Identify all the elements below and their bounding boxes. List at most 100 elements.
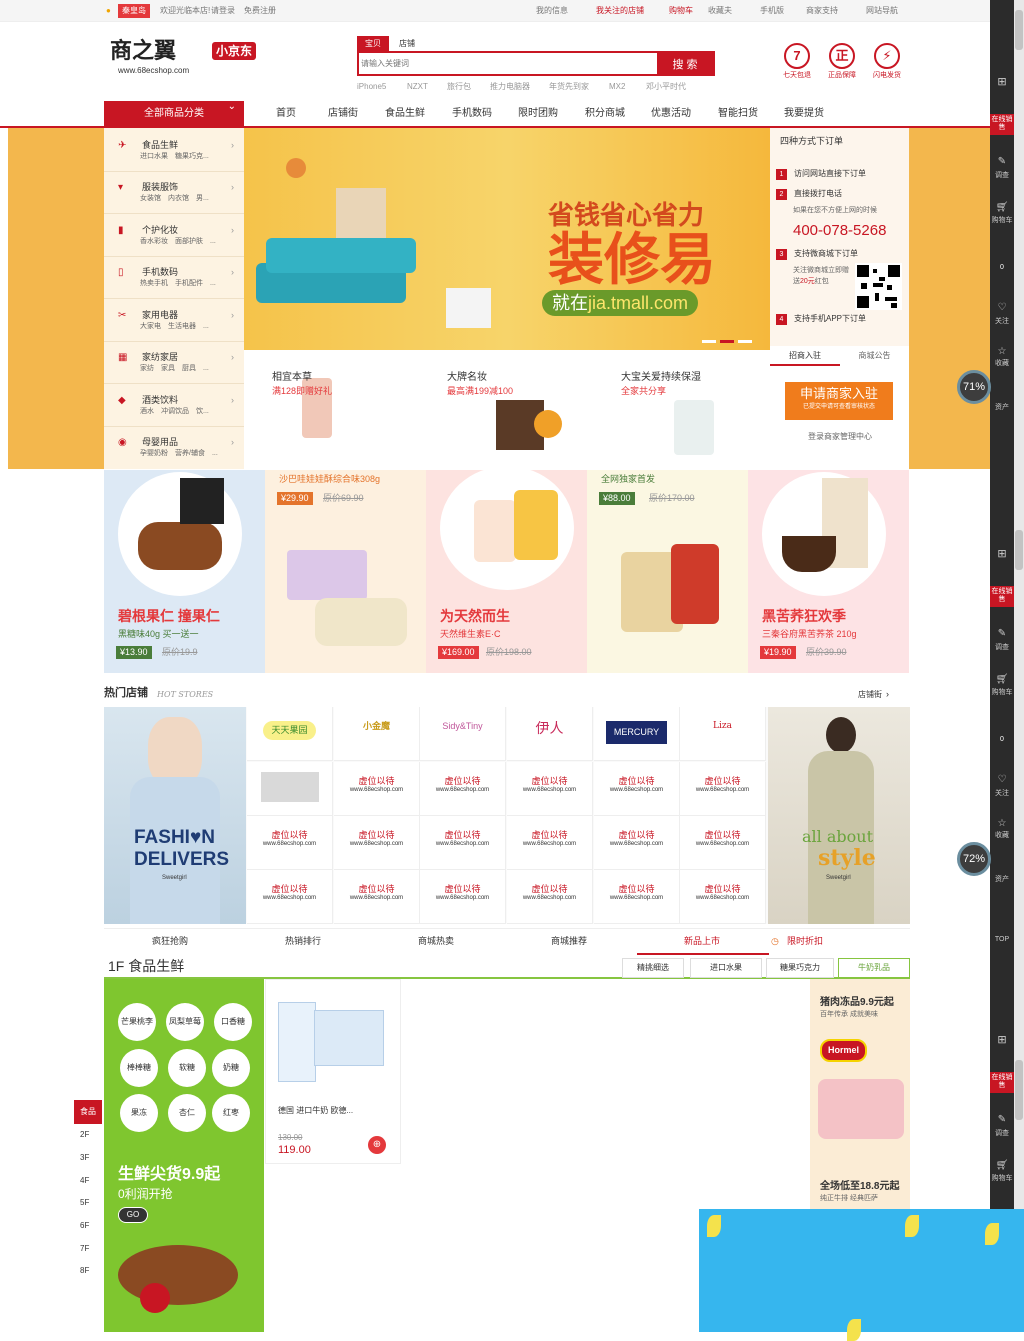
slider-dot-active[interactable] <box>720 340 734 343</box>
favorite-button[interactable]: 收藏 <box>990 832 1014 840</box>
hot-word[interactable]: 邓小平时代 <box>646 82 686 92</box>
my-info-link[interactable]: 我的信息 <box>536 6 568 16</box>
hot-word[interactable]: 推力电脑器 <box>490 82 530 92</box>
hot-word[interactable]: iPhone5 <box>357 82 386 92</box>
store-placeholder[interactable]: 虚位以待 www.68ecshop.com <box>594 816 680 870</box>
floor-tab[interactable]: 糖果巧克力 <box>766 958 834 978</box>
floor-tab[interactable]: 进口水果 <box>690 958 762 978</box>
store-placeholder[interactable]: 虚位以待 www.68ecshop.com <box>420 762 506 816</box>
category-item[interactable]: ▯ 手机数码 热卖手机 手机配件 ... › <box>104 257 244 299</box>
category-item[interactable]: ▮ 个护化妆 香水彩妆 面部护肤 ... › <box>104 215 244 257</box>
apply-merchant-button[interactable]: 申请商家入驻 已提交申请可查看审核状态 <box>785 382 893 420</box>
scrollbar-thumb[interactable] <box>1015 530 1023 570</box>
category-item[interactable]: ◉ 母婴用品 孕婴奶粉 营养/辅食 ... › <box>104 427 244 469</box>
merchant-login-link[interactable]: 登录商家管理中心 <box>808 432 872 442</box>
category-bubble[interactable]: 杏仁 <box>168 1094 206 1132</box>
store-placeholder[interactable]: 虚位以待 www.68ecshop.com <box>507 816 593 870</box>
floor-product-card[interactable]: 德国 进口牛奶 欧德... 130.00 119.00 ⊕ <box>265 979 401 1164</box>
store-placeholder[interactable]: 虚位以待 www.68ecshop.com <box>334 762 420 816</box>
tab-hot-rank[interactable]: 热销排行 <box>285 936 321 947</box>
floor-green-banner[interactable]: 芒果桃李 凤梨草莓 口香糖 棒棒糖 软糖 奶糖 果冻 杏仁 红枣 生鲜尖货9.9… <box>104 979 264 1332</box>
assets-button[interactable]: 资产 <box>990 876 1014 884</box>
tab-new-arrivals[interactable]: 新品上市 <box>684 936 720 947</box>
product-card[interactable]: 全网独家首发 ¥88.00 原价170.00 <box>587 470 748 673</box>
hot-word[interactable]: MX2 <box>609 82 625 92</box>
floor-right-ad[interactable]: 猪肉冻品9.9元起 百年传承 成就美味 Hormel 全场低至18.8元起 纯正… <box>810 979 910 1209</box>
category-item[interactable]: ▾ 服装服饰 女装馆 内衣馆 男... › <box>104 172 244 214</box>
tab-mall-hot[interactable]: 商城热卖 <box>418 936 454 947</box>
floor-nav-item[interactable]: 6F <box>80 1221 89 1231</box>
slider-dot[interactable] <box>702 340 716 343</box>
register-link[interactable]: 免费注册 <box>244 6 276 16</box>
category-bubble[interactable]: 果冻 <box>120 1094 158 1132</box>
category-item[interactable]: ✂ 家用电器 大家电 生活电器 ... › <box>104 300 244 342</box>
store-street-link[interactable]: 店铺街 <box>858 690 882 700</box>
category-bubble[interactable]: 口香糖 <box>214 1003 252 1041</box>
survey-button[interactable]: 调查 <box>990 644 1014 652</box>
go-button[interactable]: GO <box>118 1207 148 1223</box>
category-item[interactable]: ▦ 家纺家居 家纺 家具 厨具 ... › <box>104 342 244 384</box>
grid-icon[interactable]: ⊞ <box>990 1034 1014 1047</box>
cart-link[interactable]: 购物车 <box>669 6 693 16</box>
nav-item[interactable]: 首页 <box>276 108 296 120</box>
grid-icon[interactable]: ⊞ <box>990 548 1014 561</box>
scrollbar-track[interactable] <box>1014 0 1024 1332</box>
store-placeholder[interactable]: 虚位以待 www.68ecshop.com <box>420 816 506 870</box>
assets-button[interactable]: 资产 <box>990 404 1014 412</box>
survey-button[interactable]: 调查 <box>990 172 1014 180</box>
search-button[interactable]: 搜 索 <box>657 53 713 74</box>
cart-icon[interactable]: ⊕ <box>368 1136 386 1154</box>
cart-button[interactable]: 购物车 <box>990 1174 1014 1183</box>
store-logo-cell[interactable]: 伊人 <box>507 707 593 761</box>
city-selector[interactable]: 秦皇岛 <box>118 4 150 18</box>
category-bubble[interactable]: 软糖 <box>168 1049 206 1087</box>
floor-nav-item[interactable]: 3F <box>80 1153 89 1163</box>
store-placeholder[interactable]: 虚位以待 www.68ecshop.com <box>507 762 593 816</box>
product-card[interactable]: 黑苦荞狂欢季 三秦谷府黑苦荞茶 210g ¥19.90 原价39.90 <box>748 470 909 673</box>
follow-button[interactable]: 关注 <box>990 318 1014 326</box>
store-placeholder[interactable]: 虚位以待 www.68ecshop.com <box>680 762 766 816</box>
mobile-link[interactable]: 手机版 <box>760 6 784 16</box>
floor-nav-item[interactable]: 5F <box>80 1198 89 1208</box>
store-placeholder[interactable]: 虚位以待 www.68ecshop.com <box>247 816 333 870</box>
store-placeholder[interactable]: 虚位以待 www.68ecshop.com <box>334 870 420 924</box>
floor-nav-active[interactable]: 食品 <box>74 1100 102 1124</box>
store-placeholder[interactable]: 虚位以待 www.68ecshop.com <box>507 870 593 924</box>
category-bubble[interactable]: 凤梨草莓 <box>166 1003 204 1041</box>
promo-title[interactable]: 大宝关爱持续保湿 <box>621 372 701 384</box>
nav-item[interactable]: 手机数码 <box>452 108 492 120</box>
search-tab-item[interactable]: 宝贝 <box>357 36 389 51</box>
online-sales-button[interactable]: 在线销售 <box>990 114 1014 135</box>
category-bubble[interactable]: 红枣 <box>212 1094 250 1132</box>
tab-mall-recommend[interactable]: 商城推荐 <box>551 936 587 947</box>
tab-flash-sale[interactable]: 疯狂抢购 <box>152 936 188 947</box>
nav-item[interactable]: 积分商城 <box>585 108 625 120</box>
floor-tab[interactable]: 精挑细选 <box>622 958 684 978</box>
tab-limited-discount[interactable]: 限时折扣 <box>787 936 823 947</box>
floor-nav-item[interactable]: 7F <box>80 1244 89 1254</box>
store-logo-cell[interactable]: MERCURY <box>594 707 680 761</box>
floating-popup-ad[interactable] <box>699 1209 1024 1341</box>
store-placeholder[interactable]: 虚位以待 www.68ecshop.com <box>594 762 680 816</box>
hot-word[interactable]: NZXT <box>407 82 428 92</box>
floor-tab-active[interactable]: 牛奶乳品 <box>838 958 910 978</box>
store-logo-cell[interactable]: 小金魔 <box>334 707 420 761</box>
login-link[interactable]: 请登录 <box>211 6 235 16</box>
product-card[interactable]: 碧根果仁 撞果仁 黑糖味40g 买一送一 ¥13.90 原价19.9 <box>104 470 265 673</box>
store-placeholder[interactable]: 虚位以待 www.68ecshop.com <box>680 816 766 870</box>
grid-icon[interactable]: ⊞ <box>990 76 1014 89</box>
promo-title[interactable]: 相宜本草 <box>272 372 312 384</box>
phone-number[interactable]: 400-078-5268 <box>793 222 886 240</box>
followed-stores-link[interactable]: 我关注的店铺 <box>596 6 644 16</box>
follow-button[interactable]: 关注 <box>990 790 1014 798</box>
site-logo[interactable]: 商之翼 小京东 www.68ecshop.com <box>108 36 263 80</box>
store-logo-cell[interactable] <box>247 762 333 816</box>
product-card[interactable]: 为天然而生 天然维生素E·C ¥169.00 原价198.00 <box>426 466 587 673</box>
store-placeholder[interactable]: 虚位以待 www.68ecshop.com <box>594 870 680 924</box>
category-bubble[interactable]: 奶糖 <box>212 1049 250 1087</box>
floor-nav-item[interactable]: 4F <box>80 1176 89 1186</box>
floor-nav-item[interactable]: 2F <box>80 1130 89 1140</box>
site-nav-link[interactable]: 网站导航 <box>866 6 898 16</box>
hot-word[interactable]: 年货先到家 <box>549 82 589 92</box>
back-to-top-button[interactable]: TOP <box>990 936 1014 944</box>
